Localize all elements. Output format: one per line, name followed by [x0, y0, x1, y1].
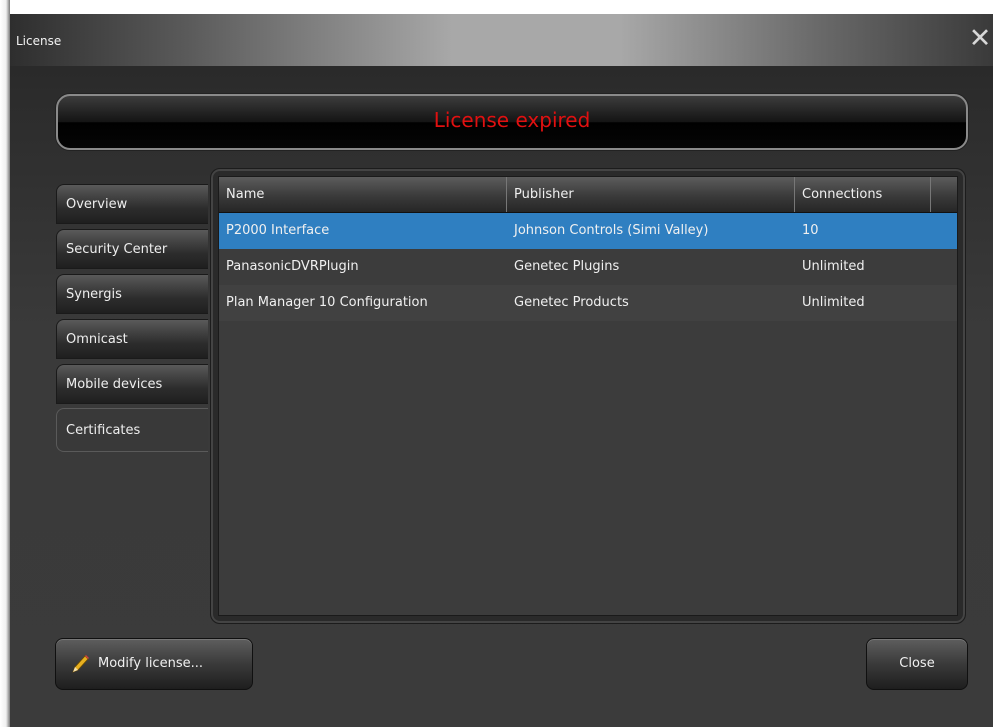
status-text: License expired	[433, 108, 591, 132]
title-bar[interactable]: License ✕	[10, 14, 993, 66]
tab-mobile-devices[interactable]: Mobile devices	[56, 364, 208, 404]
table-row[interactable]: PanasonicDVRPlugin Genetec Plugins Unlim…	[219, 249, 957, 285]
cell-publisher: Genetec Plugins	[514, 259, 620, 274]
tab-label: Certificates	[66, 423, 141, 438]
tab-certificates[interactable]: Certificates	[56, 408, 208, 452]
window-title: License	[16, 34, 62, 48]
tab-security-center[interactable]: Security Center	[56, 229, 208, 269]
status-banner: License expired	[56, 94, 968, 150]
tab-label: Synergis	[66, 287, 122, 302]
desktop-edge	[0, 0, 10, 727]
cell-publisher: Genetec Products	[514, 295, 629, 310]
certificates-table: Name Publisher Connections P2000 Interfa…	[218, 176, 958, 616]
cell-name: Plan Manager 10 Configuration	[226, 295, 428, 310]
cell-publisher: Johnson Controls (Simi Valley)	[514, 223, 709, 238]
close-icon[interactable]: ✕	[967, 22, 993, 56]
tab-overview[interactable]: Overview	[56, 184, 208, 224]
modify-license-button[interactable]: Modify license...	[55, 638, 253, 690]
column-header-name[interactable]: Name	[219, 177, 507, 212]
pencil-icon	[72, 655, 89, 673]
table-row[interactable]: Plan Manager 10 Configuration Genetec Pr…	[219, 285, 957, 321]
license-window: License ✕ License expired Overview Secur…	[10, 14, 993, 727]
cell-connections: 10	[802, 223, 819, 238]
close-button[interactable]: Close	[866, 638, 968, 690]
tab-synergis[interactable]: Synergis	[56, 274, 208, 314]
close-label: Close	[899, 656, 935, 671]
cell-connections: Unlimited	[802, 259, 865, 274]
table-header: Name Publisher Connections	[219, 177, 957, 213]
cell-name: P2000 Interface	[226, 223, 330, 238]
modify-license-label: Modify license...	[98, 656, 203, 671]
column-header-connections[interactable]: Connections	[795, 177, 931, 212]
cell-name: PanasonicDVRPlugin	[226, 259, 359, 274]
tab-label: Overview	[66, 197, 128, 212]
certificates-table-frame: Name Publisher Connections P2000 Interfa…	[210, 168, 966, 624]
tab-omnicast[interactable]: Omnicast	[56, 319, 208, 359]
cell-connections: Unlimited	[802, 295, 865, 310]
tab-label: Security Center	[66, 242, 168, 257]
tab-label: Omnicast	[66, 332, 128, 347]
tab-label: Mobile devices	[66, 377, 163, 392]
dialog-body: License expired Overview Security Center…	[10, 66, 993, 727]
table-row[interactable]: P2000 Interface Johnson Controls (Simi V…	[219, 213, 957, 249]
column-header-publisher[interactable]: Publisher	[507, 177, 795, 212]
